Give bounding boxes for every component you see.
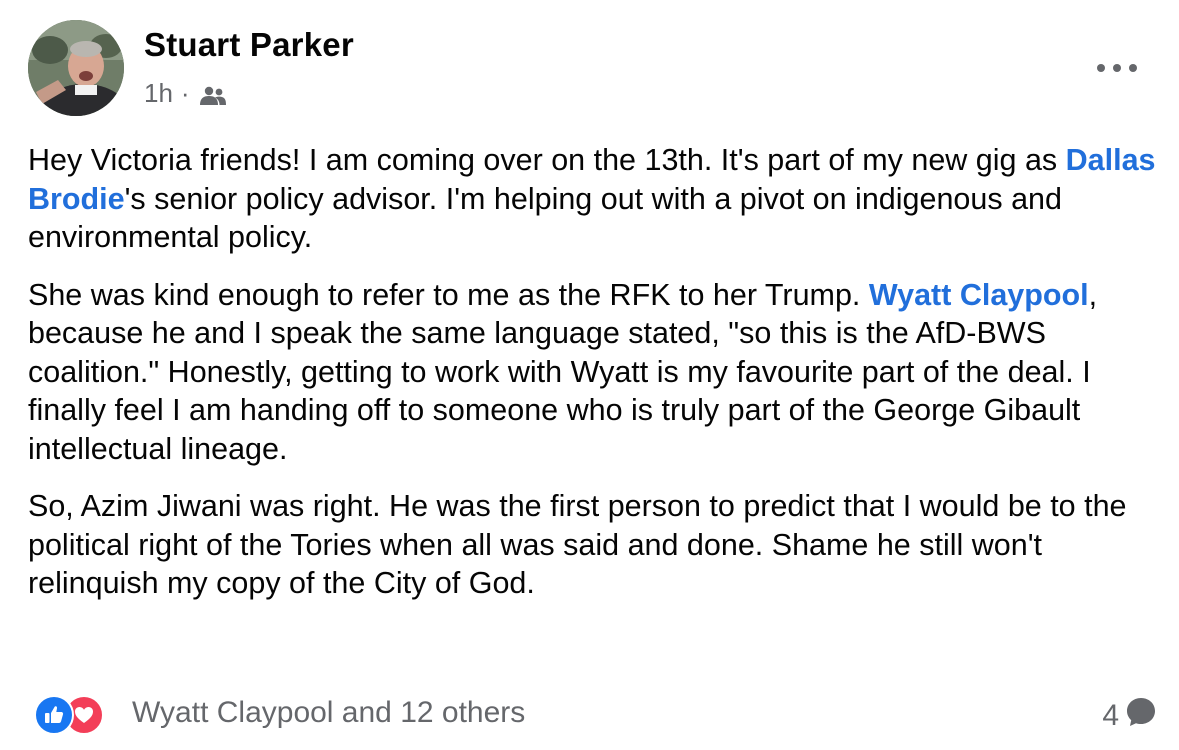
more-dot: [1097, 64, 1105, 72]
comment-count[interactable]: 4: [1102, 696, 1157, 736]
post-time[interactable]: 1h: [144, 78, 173, 109]
author-name[interactable]: Stuart Parker: [144, 26, 354, 64]
post-body: Hey Victoria friends! I am coming over o…: [28, 141, 1158, 622]
reaction-icons[interactable]: [34, 695, 104, 735]
reaction-summary[interactable]: Wyatt Claypool and 12 others: [132, 696, 525, 730]
post-text: Hey Victoria friends! I am coming over o…: [28, 143, 1066, 177]
post-paragraph-1: Hey Victoria friends! I am coming over o…: [28, 141, 1158, 257]
post-paragraph-2: She was kind enough to refer to me as th…: [28, 276, 1158, 469]
more-dot: [1129, 64, 1137, 72]
mention-link[interactable]: Wyatt Claypool: [869, 278, 1089, 312]
avatar[interactable]: [28, 20, 124, 116]
more-dot: [1113, 64, 1121, 72]
friends-icon[interactable]: [198, 83, 228, 105]
avatar-photo: [28, 20, 124, 116]
comment-count-number: 4: [1102, 699, 1119, 732]
post-paragraph-3: So, Azim Jiwani was right. He was the fi…: [28, 489, 1127, 600]
post-meta: 1h ·: [144, 78, 228, 109]
reactions-bar: Wyatt Claypool and 12 others 4: [34, 692, 1157, 736]
meta-separator: ·: [180, 78, 190, 108]
more-options-icon[interactable]: [1097, 58, 1137, 78]
post-text: 's senior policy advisor. I'm helping ou…: [28, 181, 1062, 255]
like-icon: [34, 695, 74, 735]
comment-bubble-icon: [1125, 696, 1157, 736]
post-header: Stuart Parker 1h ·: [28, 20, 1151, 120]
post-text: She was kind enough to refer to me as th…: [28, 277, 869, 312]
